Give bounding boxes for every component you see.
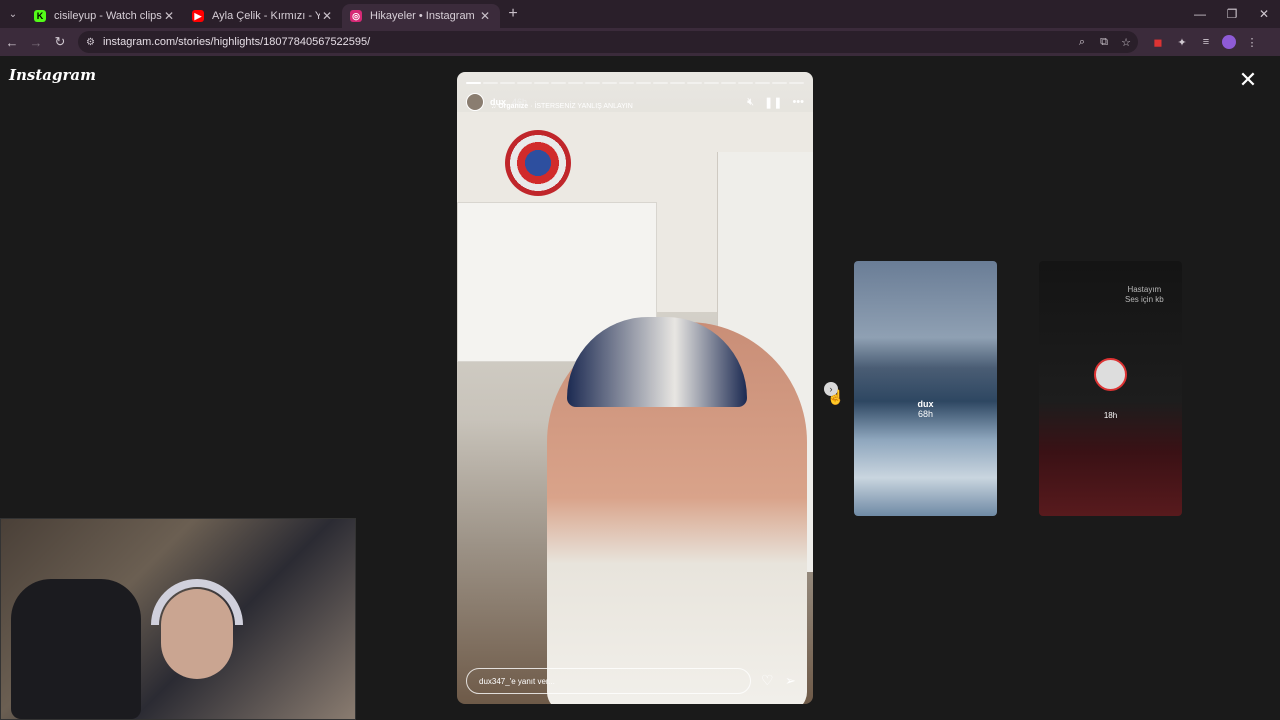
mouse-cursor-icon: ☝: [827, 389, 845, 405]
story-progress-bar: [466, 82, 804, 84]
music-label: Organize: [498, 103, 529, 110]
reply-input[interactable]: dux347_'e yanıt ver...: [466, 668, 751, 694]
media-controls-icon[interactable]: ≡: [1198, 36, 1214, 48]
window-controls: — ❐ ✕: [1184, 0, 1280, 28]
close-tab-icon[interactable]: ✕: [320, 9, 334, 23]
avatar: [1094, 358, 1127, 391]
progress-segment: [687, 82, 702, 84]
preview-note: Hastayım Ses için kb: [1125, 285, 1164, 304]
progress-segment: [466, 82, 481, 84]
progress-segment: [483, 82, 498, 84]
heart-icon[interactable]: ♡: [761, 672, 774, 689]
progress-segment: [517, 82, 532, 84]
reload-icon[interactable]: ↻: [48, 30, 72, 54]
extensions-puzzle-icon[interactable]: ✦: [1174, 36, 1190, 49]
address-bar[interactable]: ⚙ instagram.com/stories/highlights/18077…: [78, 31, 1138, 53]
new-tab-button[interactable]: +: [500, 5, 526, 23]
progress-segment: [602, 82, 617, 84]
instagram-icon: ◎: [350, 10, 362, 22]
tab-title: Hikayeler • Instagram: [370, 10, 475, 22]
progress-segment: [551, 82, 566, 84]
story-preview-2[interactable]: Hastayım Ses için kb 18h: [1039, 261, 1182, 516]
install-app-icon[interactable]: ⧉: [1096, 36, 1112, 49]
close-window-icon[interactable]: ✕: [1248, 0, 1280, 28]
site-info-icon[interactable]: ⚙: [86, 37, 95, 48]
back-icon[interactable]: ←: [0, 30, 24, 54]
bookmark-star-icon[interactable]: ☆: [1118, 36, 1134, 49]
restore-icon[interactable]: ❐: [1216, 0, 1248, 28]
url-text: instagram.com/stories/highlights/1807784…: [102, 36, 371, 48]
minimize-icon[interactable]: —: [1184, 0, 1216, 28]
tab-kick[interactable]: K cisileyup - Watch clips on Kick ✕: [26, 4, 184, 28]
story-viewer[interactable]: dux 46h 🔇︎ ❚❚ ••• ♫ Organize · İSTERSENİ…: [457, 72, 813, 704]
avatar[interactable]: [466, 93, 484, 111]
music-title: İSTERSENİZ YANLIŞ ANLAYIN: [534, 103, 633, 110]
progress-segment: [534, 82, 549, 84]
story-header: dux 46h 🔇︎ ❚❚ •••: [466, 90, 804, 114]
tab-search-button[interactable]: ⌄: [0, 0, 26, 28]
progress-segment: [653, 82, 668, 84]
more-options-icon[interactable]: •••: [792, 96, 804, 109]
progress-segment: [670, 82, 685, 84]
progress-segment: [619, 82, 634, 84]
youtube-icon: ▶: [192, 10, 204, 22]
progress-segment: [585, 82, 600, 84]
kick-icon: K: [34, 10, 46, 22]
webcam-chair: [11, 579, 141, 719]
progress-segment: [738, 82, 753, 84]
profile-avatar[interactable]: [1222, 35, 1236, 49]
progress-segment: [721, 82, 736, 84]
send-icon[interactable]: ➢: [785, 673, 796, 689]
mute-icon[interactable]: 🔇︎: [747, 96, 754, 109]
zoom-icon[interactable]: ⌕: [1074, 36, 1090, 49]
music-icon: ♫: [491, 103, 497, 110]
progress-segment: [704, 82, 719, 84]
forward-icon[interactable]: →: [24, 30, 48, 54]
progress-segment: [772, 82, 787, 84]
close-tab-icon[interactable]: ✕: [478, 9, 492, 23]
pause-icon[interactable]: ❚❚: [764, 96, 782, 109]
extension-icon[interactable]: ◼: [1150, 36, 1166, 49]
preview-time: 68h: [917, 409, 934, 419]
progress-segment: [500, 82, 515, 84]
webcam-overlay: [0, 518, 356, 720]
progress-segment: [568, 82, 583, 84]
preview-label: dux 68h: [854, 399, 997, 419]
tab-instagram[interactable]: ◎ Hikayeler • Instagram ✕: [342, 4, 500, 28]
preview-username: dux: [917, 399, 934, 409]
tab-title: Ayla Çelik - Kırmızı - YouTube: [212, 10, 320, 22]
preview-time: 18h: [1103, 411, 1118, 420]
tab-youtube[interactable]: ▶ Ayla Çelik - Kırmızı - YouTube ✕: [184, 4, 342, 28]
tab-bar: ⌄ K cisileyup - Watch clips on Kick ✕ ▶ …: [0, 0, 1280, 28]
story-media-shield: [505, 130, 571, 196]
progress-segment: [755, 82, 770, 84]
progress-segment: [789, 82, 804, 84]
close-tab-icon[interactable]: ✕: [162, 9, 176, 23]
address-toolbar: ← → ↻ ⚙ instagram.com/stories/highlights…: [0, 28, 1280, 56]
instagram-stories-page: Instagram ✕ dux 46h 🔇︎ ❚❚ ••• ♫ Organize…: [0, 56, 1280, 720]
close-icon[interactable]: ✕: [1238, 69, 1258, 91]
tab-title: cisileyup - Watch clips on Kick: [54, 10, 162, 22]
next-story-preview[interactable]: dux 68h: [854, 261, 997, 516]
story-music-info[interactable]: ♫ Organize · İSTERSENİZ YANLIŞ ANLAYIN: [491, 103, 633, 110]
browser-menu-icon[interactable]: ⋮: [1244, 36, 1260, 49]
webcam-headphones: [151, 579, 243, 625]
progress-segment: [636, 82, 651, 84]
instagram-logo[interactable]: Instagram: [9, 66, 96, 84]
